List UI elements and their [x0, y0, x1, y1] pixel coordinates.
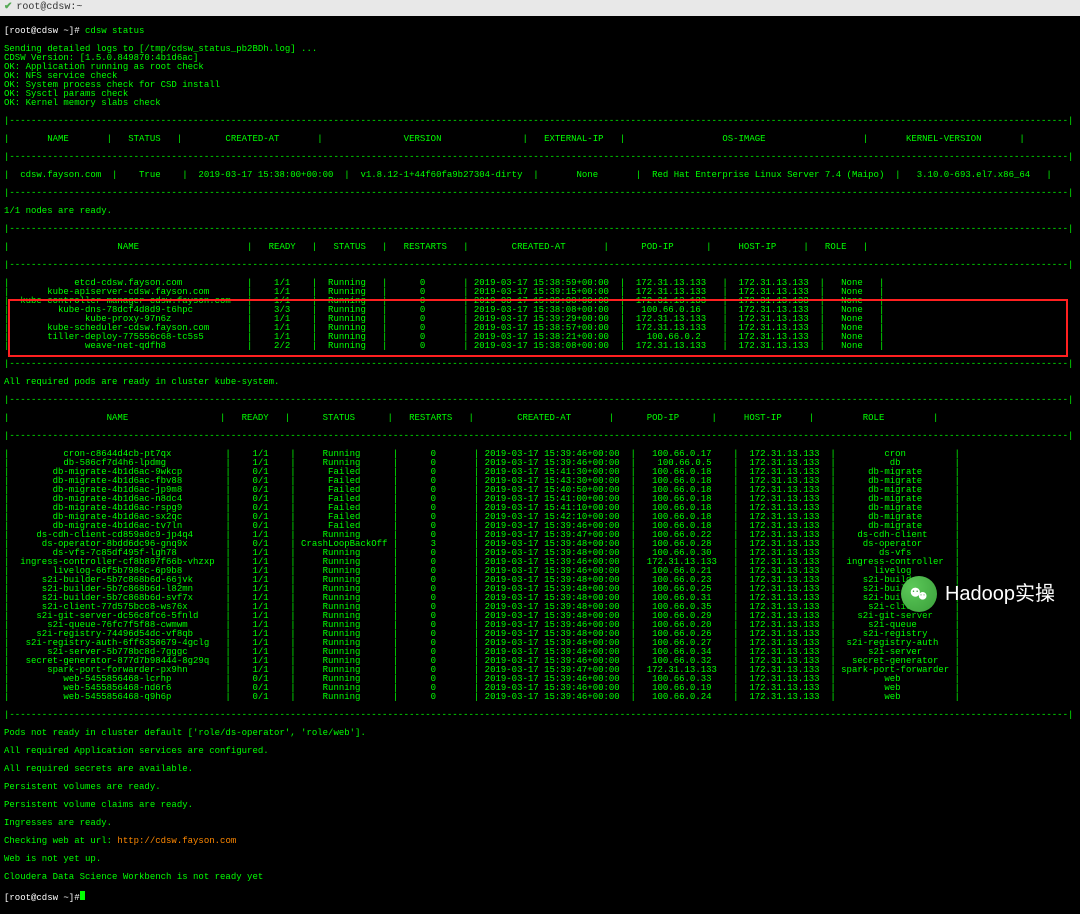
ruler: |---------------------------------------…: [4, 153, 1076, 162]
footer: Web is not yet up.: [4, 855, 1076, 864]
ruler: |---------------------------------------…: [4, 432, 1076, 441]
ruler: |---------------------------------------…: [4, 261, 1076, 270]
footer: Ingresses are ready.: [4, 819, 1076, 828]
table-row: | web-5455856468-nd6r6 | 0/1 | Running |…: [4, 684, 1076, 693]
table-row: | web-5455856468-lcrhp | 0/1 | Running |…: [4, 675, 1076, 684]
table2-footer: All required pods are ready in cluster k…: [4, 378, 1076, 387]
status-line: OK: Sysctl params check: [4, 90, 1076, 99]
footer: Persistent volume claims are ready.: [4, 801, 1076, 810]
window-titlebar: ✔ root@cdsw:~: [0, 0, 1080, 16]
status-line: OK: Application running as root check: [4, 63, 1076, 72]
ruler: |---------------------------------------…: [4, 117, 1076, 126]
shell-prompt: [root@cdsw ~]#: [4, 893, 80, 903]
footer: Checking web at url:: [4, 836, 117, 846]
table-row: | s2i-registry-74496d54dc-vf8qb | 1/1 | …: [4, 630, 1076, 639]
ruler: |---------------------------------------…: [4, 189, 1076, 198]
terminal-output[interactable]: [root@cdsw ~]# cdsw status Sending detai…: [0, 16, 1080, 914]
url-link[interactable]: http://cdsw.fayson.com: [117, 836, 236, 846]
table3-header: | NAME | READY | STATUS | RESTARTS | CRE…: [4, 414, 1076, 423]
footer: Pods not ready in cluster default ['role…: [4, 729, 1076, 738]
table1-footer: 1/1 nodes are ready.: [4, 207, 1076, 216]
cursor: [80, 891, 85, 900]
table1-header: | NAME | STATUS | CREATED-AT | VERSION |…: [4, 135, 1076, 144]
footer: All required secrets are available.: [4, 765, 1076, 774]
ruler: |---------------------------------------…: [4, 396, 1076, 405]
status-line: OK: Kernel memory slabs check: [4, 99, 1076, 108]
table-row: | secret-generator-877d7b98444-8g29q | 1…: [4, 657, 1076, 666]
table-row: | s2i-registry-auth-6ff6358679-4gclg | 1…: [4, 639, 1076, 648]
ruler: |---------------------------------------…: [4, 711, 1076, 720]
table-row: | s2i-server-5b778bc8d-7gggc | 1/1 | Run…: [4, 648, 1076, 657]
table2-header: | NAME | READY | STATUS | RESTARTS | CRE…: [4, 243, 1076, 252]
footer: Persistent volumes are ready.: [4, 783, 1076, 792]
check-icon: ✔: [4, 3, 12, 13]
table-row: | spark-port-forwarder-px9hn | 1/1 | Run…: [4, 666, 1076, 675]
footer: Cloudera Data Science Workbench is not r…: [4, 873, 1076, 882]
wechat-watermark: Hadoop实操: [901, 576, 1055, 612]
window-title: root@cdsw:~: [16, 3, 82, 13]
command: cdsw status: [80, 26, 145, 36]
status-line: OK: System process check for CSD install: [4, 81, 1076, 90]
table-row: | web-5455856468-q9h6p | 0/1 | Running |…: [4, 693, 1076, 702]
ruler: |---------------------------------------…: [4, 360, 1076, 369]
wechat-text: Hadoop实操: [945, 584, 1055, 604]
table1-row: | cdsw.fayson.com | True | 2019-03-17 15…: [4, 171, 1076, 180]
footer: All required Application services are co…: [4, 747, 1076, 756]
ruler: |---------------------------------------…: [4, 225, 1076, 234]
table-row: | weave-net-qdfh8 | 2/2 | Running | 0 | …: [4, 342, 1076, 351]
shell-prompt: [root@cdsw ~]#: [4, 26, 80, 36]
wechat-icon: [901, 576, 937, 612]
